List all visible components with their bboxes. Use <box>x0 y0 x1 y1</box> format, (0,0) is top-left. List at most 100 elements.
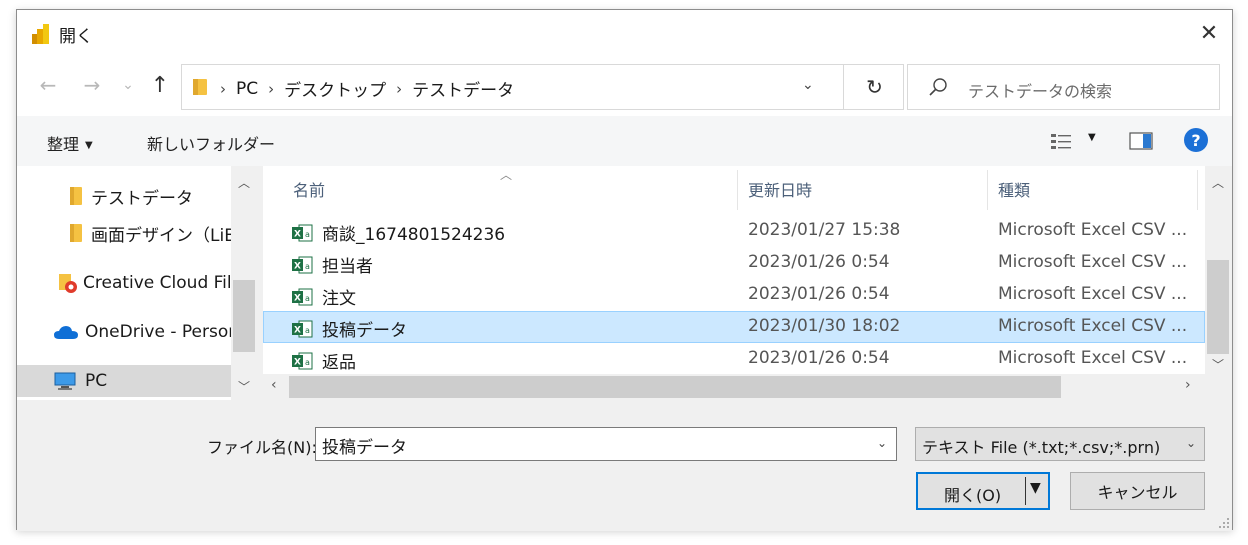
view-options-caret-icon[interactable]: ▼ <box>1088 132 1096 143</box>
svg-text:a: a <box>305 358 310 367</box>
scroll-left-arrow-icon[interactable]: ‹ <box>271 377 277 393</box>
svg-text:a: a <box>305 326 310 335</box>
file-name-dropdown-icon[interactable]: ⌄ <box>877 436 887 450</box>
breadcrumb-separator: › <box>268 79 275 98</box>
scroll-up-arrow-icon[interactable]: ︿ <box>231 174 257 191</box>
scroll-down-arrow-icon[interactable]: ﹀ <box>1205 356 1231 373</box>
split-divider <box>1025 477 1026 505</box>
power-bi-icon <box>32 24 49 44</box>
pc-icon <box>53 371 77 391</box>
sidebar-item-test-data[interactable]: テストデータ <box>69 180 193 212</box>
svg-text:X: X <box>294 325 301 335</box>
back-button[interactable]: ← <box>35 72 61 98</box>
navigation-bar: ← → ⌄ ↑ › PC › デスクトップ › テストデータ ⌄ ↻ テストデー… <box>17 56 1232 116</box>
resize-grip-icon[interactable] <box>1218 517 1230 529</box>
svg-text:X: X <box>294 229 301 239</box>
sidebar-item-onedrive[interactable]: OneDrive - Person <box>53 316 239 348</box>
sidebar-item-label: OneDrive - Person <box>85 322 240 342</box>
file-name-label: ファイル名(N): <box>207 438 317 457</box>
file-name: 投稿データ <box>322 321 407 341</box>
open-button-label: 開く(O) <box>944 486 1002 505</box>
column-header-date[interactable]: 更新日時 <box>738 166 988 212</box>
recent-locations-button[interactable]: ⌄ <box>115 72 141 98</box>
scrollbar-thumb[interactable] <box>233 280 255 352</box>
file-name-input[interactable]: 投稿データ <box>315 427 897 461</box>
sidebar-item-screen-design[interactable]: 画面デザイン（LiB <box>69 217 236 249</box>
up-button[interactable]: ↑ <box>147 72 173 98</box>
file-name: 商談_1674801524236 <box>322 225 506 245</box>
scroll-right-arrow-icon[interactable]: › <box>1185 377 1191 393</box>
svg-text:X: X <box>294 357 301 367</box>
file-list: ︿ 名前 更新日時 種類 Xa 商談_1674801524236 2023/01/… <box>263 166 1205 400</box>
help-icon[interactable]: ? <box>1184 128 1208 152</box>
preview-pane-icon[interactable] <box>1129 132 1153 150</box>
svg-text:X: X <box>294 293 301 303</box>
breadcrumb-separator: › <box>396 79 403 98</box>
column-header-name[interactable]: 名前 <box>283 166 738 212</box>
onedrive-icon <box>53 324 79 340</box>
search-placeholder: テストデータの検索 <box>968 82 1113 101</box>
scrollbar-thumb[interactable] <box>289 376 1061 398</box>
file-list-vertical-scrollbar[interactable]: ︿ ﹀ <box>1205 166 1231 400</box>
file-date: 2023/01/26 0:54 <box>748 348 890 368</box>
organize-menu-button[interactable]: 整理 ▼ <box>47 131 93 155</box>
scroll-up-arrow-icon[interactable]: ︿ <box>1205 174 1231 191</box>
open-button[interactable]: 開く(O) ▼ <box>916 472 1050 510</box>
folder-icon <box>69 223 83 243</box>
scroll-down-arrow-icon[interactable]: ﹀ <box>231 378 257 395</box>
breadcrumb: › PC › デスクトップ › テストデータ <box>220 76 514 102</box>
open-options-arrow-icon[interactable]: ▼ <box>1030 480 1041 496</box>
search-icon <box>929 78 947 96</box>
scrollbar-thumb[interactable] <box>1207 260 1229 354</box>
excel-csv-icon: Xa <box>292 224 313 241</box>
navigation-pane-scrollbar[interactable]: ︿ ﹀ <box>231 166 257 400</box>
breadcrumb-separator: › <box>220 79 226 98</box>
forward-button[interactable]: → <box>79 72 105 98</box>
folder-icon <box>69 186 83 206</box>
excel-csv-icon: Xa <box>292 288 313 305</box>
table-row[interactable]: Xa 注文 2023/01/26 0:54 Microsoft Excel CSV… <box>263 279 1205 311</box>
column-divider[interactable] <box>1197 170 1198 210</box>
column-header-type[interactable]: 種類 <box>988 166 1198 212</box>
file-list-horizontal-scrollbar[interactable]: ‹ › <box>263 374 1205 400</box>
excel-csv-icon: Xa <box>292 320 313 337</box>
caret-down-icon: ▼ <box>85 140 93 151</box>
file-type: Microsoft Excel CSV ... <box>998 252 1188 272</box>
file-name: 注文 <box>322 289 356 309</box>
sidebar-item-creative-cloud[interactable]: Creative Cloud File <box>57 267 242 299</box>
address-dropdown-button[interactable]: ⌄ <box>802 77 814 93</box>
file-type-value: テキスト File (*.txt;*.csv;*.prn) <box>922 438 1161 457</box>
dialog-title: 開く <box>59 27 93 47</box>
address-bar[interactable]: › PC › デスクトップ › テストデータ ⌄ ↻ <box>181 64 904 110</box>
view-details-icon[interactable] <box>1050 133 1072 151</box>
breadcrumb-desktop[interactable]: デスクトップ <box>284 76 386 101</box>
svg-text:a: a <box>305 294 310 303</box>
open-file-dialog: 開く ✕ ← → ⌄ ↑ › PC › デスクトップ › テストデータ ⌄ ↻ <box>16 9 1233 531</box>
svg-text:a: a <box>305 230 310 239</box>
search-input[interactable]: テストデータの検索 <box>907 64 1220 110</box>
breadcrumb-test-data[interactable]: テストデータ <box>412 76 514 101</box>
breadcrumb-pc[interactable]: PC <box>236 79 258 99</box>
sidebar-item-pc[interactable]: PC <box>17 365 231 397</box>
title-bar: 開く ✕ <box>17 10 1232 56</box>
file-date: 2023/01/27 15:38 <box>748 220 901 240</box>
refresh-button[interactable]: ↻ <box>843 65 905 109</box>
command-toolbar: 整理 ▼ 新しいフォルダー ▼ ? <box>17 116 1232 166</box>
chevron-down-icon: ⌄ <box>1185 436 1196 450</box>
table-row[interactable]: Xa 返品 2023/01/26 0:54 Microsoft Excel CSV… <box>263 343 1205 375</box>
sidebar-item-label: Creative Cloud File <box>83 273 243 293</box>
cancel-button[interactable]: キャンセル <box>1070 472 1205 510</box>
table-row[interactable]: Xa 担当者 2023/01/26 0:54 Microsoft Excel CS… <box>263 247 1205 279</box>
new-folder-button[interactable]: 新しいフォルダー <box>147 131 275 155</box>
table-row-selected[interactable]: Xa 投稿データ 2023/01/30 18:02 Microsoft Excel… <box>263 311 1205 343</box>
file-name: 返品 <box>322 353 356 373</box>
file-type-select[interactable]: テキスト File (*.txt;*.csv;*.prn) ⌄ <box>915 427 1205 461</box>
close-button[interactable]: ✕ <box>1186 10 1232 56</box>
creative-cloud-icon <box>57 272 79 294</box>
file-type: Microsoft Excel CSV ... <box>998 284 1188 304</box>
dialog-footer: ファイル名(N): 投稿データ ⌄ テキスト File (*.txt;*.csv… <box>17 400 1232 531</box>
table-row[interactable]: Xa 商談_1674801524236 2023/01/27 15:38 Micr… <box>263 215 1205 247</box>
file-type: Microsoft Excel CSV ... <box>998 348 1188 368</box>
organize-label: 整理 <box>47 135 80 154</box>
file-type: Microsoft Excel CSV ... <box>998 220 1188 240</box>
